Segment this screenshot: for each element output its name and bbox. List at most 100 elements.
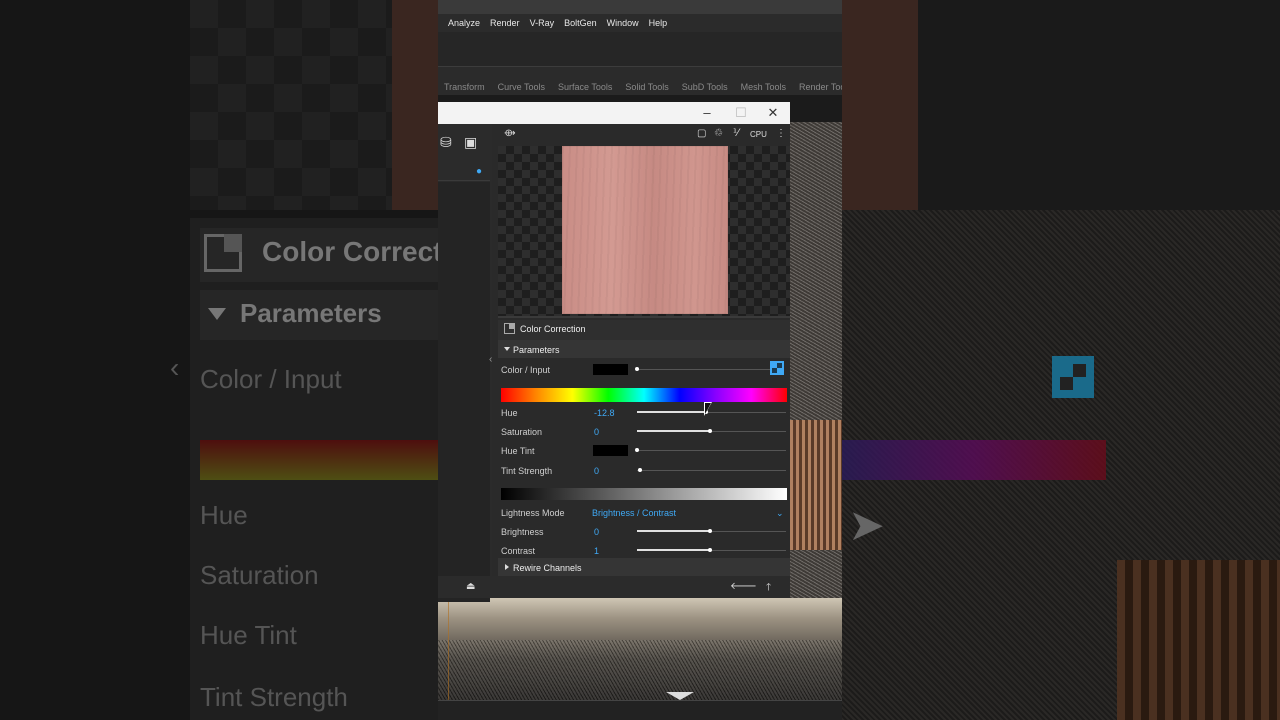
- teapot-icon[interactable]: ♲: [714, 128, 723, 139]
- bg-label-color-input: Color / Input: [200, 364, 342, 394]
- bg-checker-icon: [1052, 356, 1094, 398]
- shelf-tabs: Transform Curve Tools Surface Tools Soli…: [438, 79, 842, 95]
- hue-tint-swatch[interactable]: [593, 445, 628, 456]
- status-bar: [438, 700, 842, 720]
- panel-title: Color Correction: [520, 324, 586, 334]
- scene-floor-noise: [438, 640, 842, 700]
- preview-swatch: [562, 146, 728, 314]
- menu-render[interactable]: Render: [485, 14, 525, 32]
- tab-mesh-tools[interactable]: Mesh Tools: [735, 79, 793, 95]
- brightness-knob[interactable]: [708, 529, 712, 533]
- texture-slot-icon[interactable]: [770, 361, 784, 375]
- command-area[interactable]: [438, 32, 842, 67]
- window-titlebar[interactable]: – ☐ ✕: [438, 102, 790, 124]
- brightness-value[interactable]: 0: [594, 527, 599, 537]
- color-input-track[interactable]: [637, 369, 780, 370]
- contrast-fill: [637, 549, 709, 551]
- tint-strength-value[interactable]: 0: [594, 466, 599, 476]
- brightness-fill: [637, 530, 709, 532]
- background-right: ➤: [842, 0, 1280, 720]
- collapse-panel-icon[interactable]: ‹: [489, 354, 492, 365]
- engine-label[interactable]: CPU: [750, 130, 767, 139]
- saturation-fill: [637, 430, 709, 432]
- guide-line: [448, 600, 449, 700]
- menu-help[interactable]: Help: [644, 14, 673, 32]
- title-strip: [438, 0, 842, 14]
- color-input-swatch[interactable]: [593, 364, 628, 375]
- square-icon[interactable]: ▢: [697, 128, 706, 139]
- bg-triangle-icon: [208, 308, 226, 320]
- material-preview[interactable]: [498, 146, 790, 316]
- close-button[interactable]: ✕: [762, 105, 784, 121]
- chevron-down-icon[interactable]: ⌄: [776, 508, 784, 519]
- tab-solid-tools[interactable]: Solid Tools: [619, 79, 675, 95]
- lightness-mode-dropdown[interactable]: Brightness / Contrast: [592, 508, 676, 518]
- contrast-knob[interactable]: [708, 548, 712, 552]
- asset-list[interactable]: [438, 182, 490, 602]
- bg-wood-right: [842, 0, 918, 210]
- color-correction-icon: [504, 323, 515, 334]
- brightness-label: Brightness: [501, 527, 544, 537]
- color-input-knob[interactable]: [635, 367, 639, 371]
- tint-strength-knob[interactable]: [638, 468, 642, 472]
- material-icon[interactable]: ⛁: [440, 134, 452, 151]
- lightness-mode-label: Lightness Mode: [501, 508, 565, 518]
- tab-subd-tools[interactable]: SubD Tools: [676, 79, 735, 95]
- bg-wood: [392, 0, 438, 210]
- contrast-value[interactable]: 1: [594, 546, 599, 556]
- hue-value[interactable]: -12.8: [594, 408, 615, 418]
- bg-label-tint-strength: Tint Strength: [200, 682, 348, 712]
- minimize-button[interactable]: –: [696, 105, 718, 120]
- hue-ramp: [501, 388, 787, 402]
- tab-transform[interactable]: Transform: [438, 79, 492, 95]
- hue-tint-knob[interactable]: [635, 448, 639, 452]
- tint-strength-label: Tint Strength: [501, 466, 553, 476]
- editor-bottom-bar: ⏏ 🡐 🡑: [438, 576, 790, 598]
- saturation-label: Saturation: [501, 427, 543, 437]
- bg-cursor-icon: ➤: [848, 501, 885, 550]
- more-options-icon[interactable]: ⋮: [776, 128, 786, 139]
- color-input-label: Color / Input: [501, 365, 551, 375]
- sidebar-divider: [438, 180, 490, 181]
- rewire-channels-title: Rewire Channels: [513, 563, 582, 573]
- tint-strength-track[interactable]: [637, 470, 786, 471]
- lightness-ramp: [501, 488, 787, 500]
- bg-label-hue-tint: Hue Tint: [200, 620, 297, 650]
- bg-crib: [1117, 560, 1280, 720]
- parameters-title: Parameters: [513, 345, 560, 355]
- pin-icon[interactable]: ⟴: [504, 128, 516, 139]
- maximize-button[interactable]: ☐: [730, 105, 752, 121]
- hue-fill: [637, 411, 705, 413]
- saturation-value[interactable]: 0: [594, 427, 599, 437]
- parameters-panel: Color Correction Parameters Color / Inpu…: [498, 316, 790, 578]
- menu-window[interactable]: Window: [602, 14, 644, 32]
- render-view-icon[interactable]: ▣: [464, 134, 477, 151]
- collapsed-triangle-icon[interactable]: [505, 564, 509, 570]
- hue-tint-track[interactable]: [637, 450, 786, 451]
- menu-vray[interactable]: V-Ray: [525, 14, 560, 32]
- bg-label-hue: Hue: [200, 500, 248, 530]
- tab-curve-tools[interactable]: Curve Tools: [492, 79, 552, 95]
- menu-analyze[interactable]: Analyze: [438, 14, 485, 32]
- expand-chevron-icon[interactable]: [666, 692, 694, 700]
- menu-boltgen[interactable]: BoltGen: [559, 14, 602, 32]
- render-settings-icon[interactable]: ⅟: [733, 128, 739, 139]
- background-left: Color Correctio Parameters ‹ Color / Inp…: [0, 0, 438, 720]
- menu-bar: Analyze Render V-Ray BoltGen Window Help: [438, 14, 842, 32]
- bg-title: Color Correctio: [262, 236, 438, 267]
- saturation-knob[interactable]: [708, 429, 712, 433]
- layer-icon[interactable]: ⏏: [466, 581, 475, 592]
- visibility-icon[interactable]: ●: [476, 166, 482, 177]
- asset-sidebar: ⛁ ▣ ●: [438, 124, 492, 602]
- expand-triangle-icon[interactable]: [504, 347, 510, 351]
- bg-hue-ramp: [200, 440, 438, 480]
- hue-label: Hue: [501, 408, 518, 418]
- tab-surface-tools[interactable]: Surface Tools: [552, 79, 619, 95]
- bg-hue-ramp-right: [842, 440, 1106, 480]
- material-editor-window: – ☐ ✕ ⟴ ▢ ♲ ⅟ CPU ⋮ ⛁ ▣ ● ‹ Color Correc…: [438, 102, 790, 602]
- bg-chevron-icon: ‹: [170, 352, 180, 383]
- bg-label-saturation: Saturation: [200, 560, 319, 590]
- tab-render-tools[interactable]: Render Tools: [793, 79, 842, 95]
- back-arrow-icon[interactable]: 🡐: [730, 580, 757, 592]
- up-arrow-icon[interactable]: 🡑: [766, 580, 771, 597]
